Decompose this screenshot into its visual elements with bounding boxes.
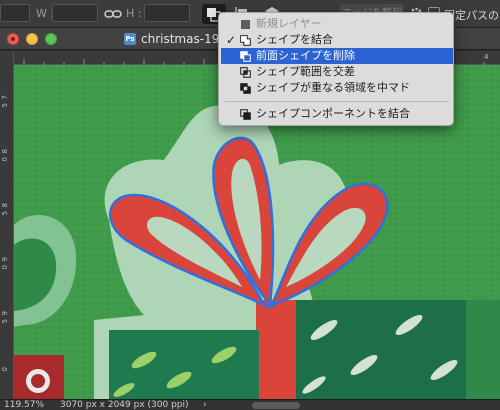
close-window-button[interactable] (7, 33, 19, 45)
ruler-number: 8 (1, 149, 9, 154)
menu-item-label: シェイプを結合 (256, 33, 333, 46)
menu-separator (225, 101, 449, 102)
menu-item-intersect-shape-areas[interactable]: シェイプ範囲を交差 (221, 64, 453, 80)
ruler-number: 5 (1, 211, 9, 216)
height-label: H : (126, 7, 142, 20)
ruler-number: 9 (1, 257, 9, 262)
menu-item-exclude-overlapping-shapes[interactable]: シェイプが重なる領域を中マド (221, 80, 453, 96)
merge-shape-components-icon (240, 109, 251, 120)
gift-box-right (296, 300, 466, 399)
ruler-number: 7 (1, 95, 9, 100)
ruler-number: 8 (1, 203, 9, 208)
height-field[interactable] (144, 4, 190, 22)
subtract-front-shape-icon (240, 51, 251, 62)
ruler-number: 0 (1, 157, 9, 162)
photoshop-window: W : H : エッジを整列 固定パスのド Ps christmas-190 (0, 0, 500, 410)
document-title[interactable]: christmas-190 (141, 32, 227, 46)
path-anchor-point[interactable] (268, 302, 274, 308)
menu-item-label: シェイプが重なる領域を中マド (256, 81, 410, 94)
ruler-number: 9 (1, 311, 9, 316)
link-icon[interactable] (103, 4, 123, 24)
menu-item-label: 前面シェイプを削除 (256, 49, 355, 62)
menu-item-combine-shapes[interactable]: ✓ シェイプを結合 (221, 32, 453, 48)
menu-item-merge-shape-components[interactable]: シェイプコンポーネントを結合 (221, 106, 453, 122)
path-operations-menu: 新規レイヤー ✓ シェイプを結合 前面シェイプを削除 シェイプ範囲を交差 シェイ… (218, 12, 454, 126)
vertical-ruler[interactable]: 7 5 8 0 8 5 9 0 9 5 0 (0, 51, 14, 399)
minimize-window-button[interactable] (26, 33, 38, 45)
width-field[interactable] (52, 4, 98, 22)
zoom-level[interactable]: 119.57% (4, 400, 44, 410)
menu-item-new-layer[interactable]: 新規レイヤー (221, 16, 453, 32)
menu-item-subtract-front-shape[interactable]: 前面シェイプを削除 (221, 48, 453, 64)
menu-item-label: シェイプ範囲を交差 (256, 65, 355, 78)
ruler-number: 0 (1, 265, 9, 270)
shape-dropdown[interactable] (0, 4, 30, 22)
horizontal-scrollbar[interactable] (252, 402, 300, 409)
intersect-shape-areas-icon (240, 67, 251, 78)
checkmark-icon: ✓ (226, 33, 237, 47)
new-layer-icon (240, 19, 251, 30)
zoom-window-button[interactable] (45, 33, 57, 45)
menu-item-label: シェイプコンポーネントを結合 (256, 107, 410, 120)
menu-item-label: 新規レイヤー (256, 17, 322, 30)
combine-shapes-icon (240, 35, 251, 46)
photoshop-document-icon: Ps (124, 33, 136, 45)
document-info: 3070 px x 2049 px (300 ppi) (60, 400, 189, 410)
status-bar: 119.57% 3070 px x 2049 px (300 ppi) › (0, 399, 500, 410)
exclude-overlapping-shapes-icon (240, 83, 251, 94)
ruler-number: 0 (1, 367, 9, 372)
ribbon-stem (256, 300, 296, 399)
status-menu-arrow[interactable]: › (203, 400, 207, 410)
ruler-number: 4 (484, 53, 489, 61)
ruler-number: 5 (1, 103, 9, 108)
ruler-number: 5 (1, 319, 9, 324)
